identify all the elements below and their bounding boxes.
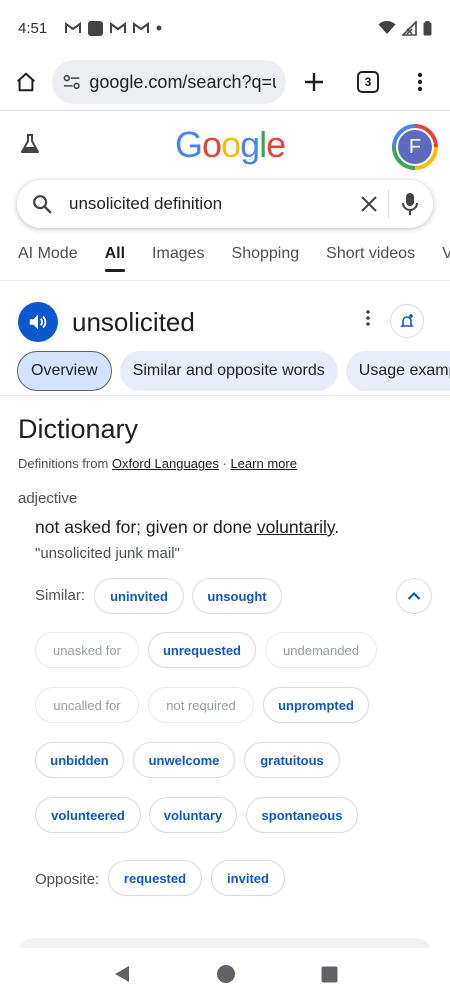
tabs-divider [0,280,450,281]
search-box[interactable]: unsolicited definition [17,180,433,228]
tab-short-videos[interactable]: Short videos [326,240,415,270]
definition-suffix: . [334,517,340,537]
chevron-up-icon [407,591,421,600]
notification-icons [65,20,162,36]
dot-icon [156,25,162,31]
battery-icon [423,20,432,35]
usage-example: "unsolicited junk mail" [35,545,180,562]
definition: not asked for; given or done voluntarily… [35,517,339,538]
section-chip[interactable]: Similar and opposite words [119,351,338,391]
tab-switcher-button[interactable]: 3 [350,64,386,100]
word-menu-button[interactable] [358,308,378,333]
section-chip[interactable]: Usage examp [345,351,450,391]
recents-icon[interactable] [321,966,338,983]
tab-vi[interactable]: Vi [442,240,450,270]
wifi-icon [378,21,396,34]
gmail-icon [65,22,82,33]
home-nav-icon[interactable] [216,964,236,984]
labs-button[interactable] [18,132,42,161]
word-chip: unasked for [35,632,139,668]
tab-all[interactable]: All [104,240,126,272]
search-input[interactable]: unsolicited definition [69,194,360,214]
word-chip: undemanded [265,632,377,668]
app-icon [88,20,104,36]
mic-icon[interactable] [401,192,419,216]
dictionary-title: Dictionary [18,414,139,444]
word-chip[interactable]: unprompted [263,687,369,723]
account-button[interactable]: F [392,124,438,170]
back-icon[interactable] [113,965,131,983]
learn-more-link[interactable]: Learn more [230,456,296,471]
source-link[interactable]: Oxford Languages [112,456,219,471]
flask-icon [21,134,39,153]
home-button[interactable] [8,64,44,100]
google-header: Google F [0,120,450,174]
logo-letter: g [240,124,260,165]
status-bar: 4:51 [0,0,450,56]
browser-toolbar: google.com/search?q=u 3 [0,56,450,108]
word-chip[interactable]: requested [108,860,202,896]
definition-text: not asked for; given or done [35,517,257,537]
dictionary-source: Definitions from Oxford Languages · Lear… [18,456,297,471]
toolbar-divider [0,110,450,111]
avatar: F [396,128,434,166]
word-chip[interactable]: gratuitous [244,742,340,778]
gmail-icon [133,22,150,33]
clear-icon[interactable] [360,195,378,213]
word-chip[interactable]: volunteered [35,797,141,833]
source-separator: · [218,456,231,471]
word-chip[interactable]: invited [211,860,285,896]
word-chip[interactable]: unbidden [35,742,124,778]
search-icon [33,195,52,214]
collapse-similar-button[interactable] [396,578,432,614]
similar-label: Similar: [35,587,86,604]
google-logo[interactable]: Google [175,124,286,166]
section-chip[interactable]: Overview [17,351,112,391]
word-chip: uncalled for [35,687,139,723]
site-settings-icon[interactable] [62,72,81,92]
bell-plus-icon [400,314,414,327]
logo-letter: e [266,124,286,165]
chips-divider [0,395,450,396]
overflow-menu-button[interactable] [402,64,438,100]
search-tabs: AI Mode All Images Shopping Short videos Vi [0,240,450,280]
home-icon [17,72,35,92]
word-chip[interactable]: unsought [192,578,282,614]
opposite-label: Opposite: [35,871,100,888]
speaker-icon [29,314,47,330]
word-chip[interactable]: unrequested [148,632,256,668]
word-chip: not required [148,687,254,723]
word-header: unsolicited [18,300,432,344]
source-prefix: Definitions from [18,456,112,471]
more-vert-icon [417,72,423,92]
logo-letter: o [221,124,241,165]
follow-button[interactable] [390,304,424,338]
gmail-icon [110,22,127,33]
word-chip[interactable]: unwelcome [133,742,235,778]
tab-images[interactable]: Images [152,240,204,270]
section-chips: Overview Similar and opposite words Usage … [17,351,450,391]
status-time: 4:51 [18,19,48,37]
url-bar[interactable]: google.com/search?q=u [52,60,286,104]
system-icons [378,20,432,36]
signal-icon [402,20,417,36]
tab-count: 3 [357,71,379,93]
word-title: unsolicited [72,306,195,337]
word-chip[interactable]: voluntary [149,797,237,833]
logo-letter: o [202,124,222,165]
search-divider [388,190,389,218]
tab-ai-mode[interactable]: AI Mode [18,240,78,270]
plus-icon [305,73,323,91]
more-vert-icon [366,310,370,326]
word-chip[interactable]: spontaneous [246,797,358,833]
logo-letter: G [175,124,203,165]
url-text[interactable]: google.com/search?q=u [89,72,276,93]
system-nav-bar [0,948,450,1000]
new-tab-button[interactable] [296,64,332,100]
definition-link[interactable]: voluntarily [257,517,335,537]
part-of-speech: adjective [18,490,78,507]
pronunciation-button[interactable] [18,302,58,342]
word-chip[interactable]: uninvited [94,578,184,614]
tab-shopping[interactable]: Shopping [232,240,300,270]
